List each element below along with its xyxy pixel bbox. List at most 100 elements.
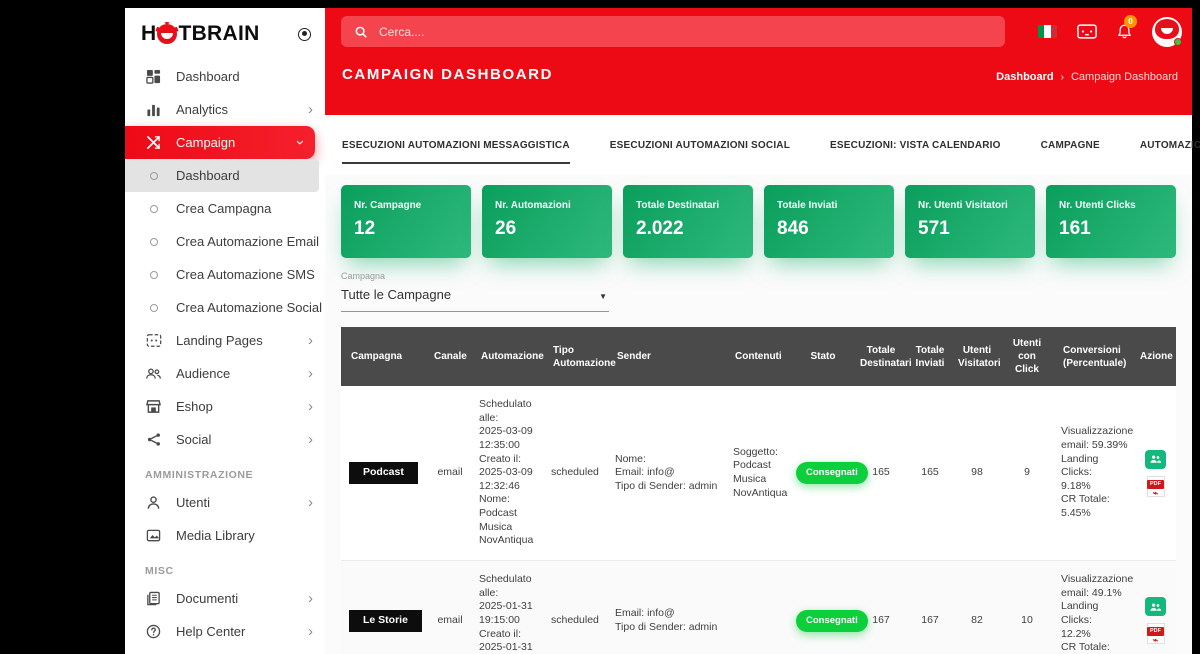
circle-bullet xyxy=(150,304,158,312)
circle-bullet-icon xyxy=(145,167,162,184)
text-line: Email: info@ xyxy=(615,607,720,621)
pdf-export-icon[interactable]: PDF⌁ xyxy=(1147,623,1165,644)
stat-cards: Nr. Campagne12Nr. Automazioni26Totale De… xyxy=(341,185,1176,258)
text-line: Creato il: xyxy=(479,453,538,467)
users-report-icon[interactable] xyxy=(1145,597,1166,616)
text-line: 9.18% xyxy=(1061,480,1130,494)
sidebar-item-dashboard[interactable]: Dashboard xyxy=(125,159,319,192)
cell-canale: email xyxy=(429,561,471,654)
sidebar-item-crea-automazione-sms[interactable]: Crea Automazione SMS xyxy=(125,258,325,291)
stat-card-nr-utenti-visitatori: Nr. Utenti Visitatori571 xyxy=(905,185,1035,258)
campaign-badge: Le Storie xyxy=(349,610,422,632)
text-line: 12:35:00 xyxy=(479,439,538,453)
status-badge: Consegnati xyxy=(796,462,868,484)
sidebar-item-analytics[interactable]: Analytics› xyxy=(125,93,325,126)
media-icon xyxy=(145,527,162,544)
sidebar-item-landing-pages[interactable]: Landing Pages› xyxy=(125,324,325,357)
stat-card-nr-automazioni: Nr. Automazioni26 xyxy=(482,185,612,258)
sidebar-item-eshop[interactable]: Eshop› xyxy=(125,390,325,423)
circle-bullet-icon xyxy=(145,299,162,316)
header-icons: 0 xyxy=(1038,16,1182,47)
tab-esecuzioni-vista-calendario[interactable]: ESECUZIONI: VISTA CALENDARIO xyxy=(830,115,1001,164)
sidebar-item-label: Documenti xyxy=(176,591,238,606)
table-body: PodcastemailSchedulatoalle:2025-03-0912:… xyxy=(341,386,1176,654)
text-line: 2025-03-09 xyxy=(479,466,538,480)
online-status-dot xyxy=(1174,38,1182,46)
chevron-right-icon: › xyxy=(308,432,313,447)
breadcrumb-parent[interactable]: Dashboard xyxy=(996,71,1053,83)
logo-row: H TBRAIN xyxy=(125,8,325,60)
tab-esecuzioni-automazioni-social[interactable]: ESECUZIONI AUTOMAZIONI SOCIAL xyxy=(610,115,790,164)
text-line: Email: info@ xyxy=(615,466,720,480)
campaign-filter-select[interactable]: Tutte le Campagne xyxy=(341,281,609,312)
stat-label: Nr. Automazioni xyxy=(495,200,599,211)
tab-esecuzioni-automazioni-messaggistica[interactable]: ESECUZIONI AUTOMAZIONI MESSAGGISTICA xyxy=(342,115,570,164)
cell-campagna: Le Storie xyxy=(341,561,429,654)
stat-card-nr-utenti-clicks: Nr. Utenti Clicks161 xyxy=(1046,185,1176,258)
stat-label: Nr. Utenti Clicks xyxy=(1059,200,1163,211)
cell-sender: Nome:Email: info@Tipo di Sender: admin xyxy=(607,386,725,561)
text-line: Landing Clicks: xyxy=(1061,453,1130,480)
sidebar-toggle-icon[interactable] xyxy=(298,28,311,41)
pdf-export-icon[interactable]: PDF⌁ xyxy=(1147,476,1165,497)
text-line: Schedulato xyxy=(479,398,538,412)
cell-tipo-automazione: scheduled xyxy=(543,561,607,654)
stat-card-nr-campagne: Nr. Campagne12 xyxy=(341,185,471,258)
column-header-sender: Sender xyxy=(607,327,725,386)
sidebar-item-dashboard[interactable]: Dashboard xyxy=(125,60,325,93)
sidebar-item-label: Landing Pages xyxy=(176,333,263,348)
sidebar-item-documenti[interactable]: Documenti› xyxy=(125,582,325,615)
notifications-bell-icon[interactable]: 0 xyxy=(1117,23,1132,40)
sidebar-item-help-center[interactable]: Help Center› xyxy=(125,615,325,648)
search-bar[interactable] xyxy=(341,16,1005,47)
chevron-down-icon: ▼ xyxy=(599,292,607,301)
text-line: CR Totale: xyxy=(1061,641,1130,654)
sidebar-item-label: Dashboard xyxy=(176,69,240,84)
tab-automazioni-ricorrenti-e-trigger[interactable]: AUTOMAZIONI RICORRENTI E TRIGGER xyxy=(1140,115,1200,164)
column-header-canale: Canale xyxy=(429,327,471,386)
text-line: 2025-03-09 xyxy=(479,425,538,439)
chevron-right-icon: › xyxy=(308,366,313,381)
text-line: Visualizzazione xyxy=(1061,573,1130,587)
apps-icon[interactable] xyxy=(1077,24,1097,39)
tab-campagne[interactable]: CAMPAGNE xyxy=(1041,115,1100,164)
search-icon xyxy=(354,25,368,39)
cell-stato: Consegnati xyxy=(791,561,855,654)
sidebar-item-social[interactable]: Social› xyxy=(125,423,325,456)
cell-tipo-automazione: scheduled xyxy=(543,386,607,561)
circle-bullet xyxy=(150,205,158,213)
stat-card-totale-inviati: Totale Inviati846 xyxy=(764,185,894,258)
column-header-totale-inviati: Totale Inviati xyxy=(907,327,953,386)
text-line: NovAntiqua xyxy=(479,534,538,548)
hotbrain-logo: H TBRAIN xyxy=(141,22,260,46)
italy-flag-icon[interactable] xyxy=(1038,25,1057,38)
users-report-icon[interactable] xyxy=(1145,450,1166,469)
avatar[interactable] xyxy=(1152,17,1182,47)
cell-conversioni: Visualizzazioneemail: 59.39%Landing Clic… xyxy=(1053,386,1135,561)
sidebar-item-crea-automazione-social[interactable]: Crea Automazione Social xyxy=(125,291,325,324)
column-header-stato: Stato xyxy=(791,327,855,386)
text-line: Podcast xyxy=(479,507,538,521)
gear-smile-icon xyxy=(157,24,177,44)
stat-value: 846 xyxy=(777,218,881,240)
sidebar-menu: DashboardAnalytics›Campaign›DashboardCre… xyxy=(125,60,325,648)
stat-label: Nr. Campagne xyxy=(354,200,458,211)
app-window: H TBRAIN DashboardAnalytics›Campaign›Das… xyxy=(125,8,1192,654)
main-area: 0 CAMPAIGN DASHBOARD Dashboard › Campaig… xyxy=(325,8,1192,654)
sidebar-item-crea-automazione-email[interactable]: Crea Automazione Email xyxy=(125,225,325,258)
column-header-contenuti: Contenuti xyxy=(725,327,791,386)
sidebar-item-campaign[interactable]: Campaign› xyxy=(125,126,315,159)
search-input[interactable] xyxy=(379,25,992,39)
sidebar-item-audience[interactable]: Audience› xyxy=(125,357,325,390)
column-header-totale-destinatari: Totale Destinatari xyxy=(855,327,907,386)
text-line: 19:15:00 xyxy=(479,614,538,628)
cell-conversioni: Visualizzazioneemail: 49.1%Landing Click… xyxy=(1053,561,1135,654)
sidebar-item-utenti[interactable]: Utenti› xyxy=(125,486,325,519)
pdf-swirl: ⌁ xyxy=(1153,636,1158,645)
sidebar-item-media-library[interactable]: Media Library xyxy=(125,519,325,552)
sidebar-item-crea-campagna[interactable]: Crea Campagna xyxy=(125,192,325,225)
cell-canale: email xyxy=(429,386,471,561)
text-line: Nome: xyxy=(615,453,720,467)
chevron-right-icon: › xyxy=(308,495,313,510)
text-line: email: 59.39% xyxy=(1061,439,1130,453)
